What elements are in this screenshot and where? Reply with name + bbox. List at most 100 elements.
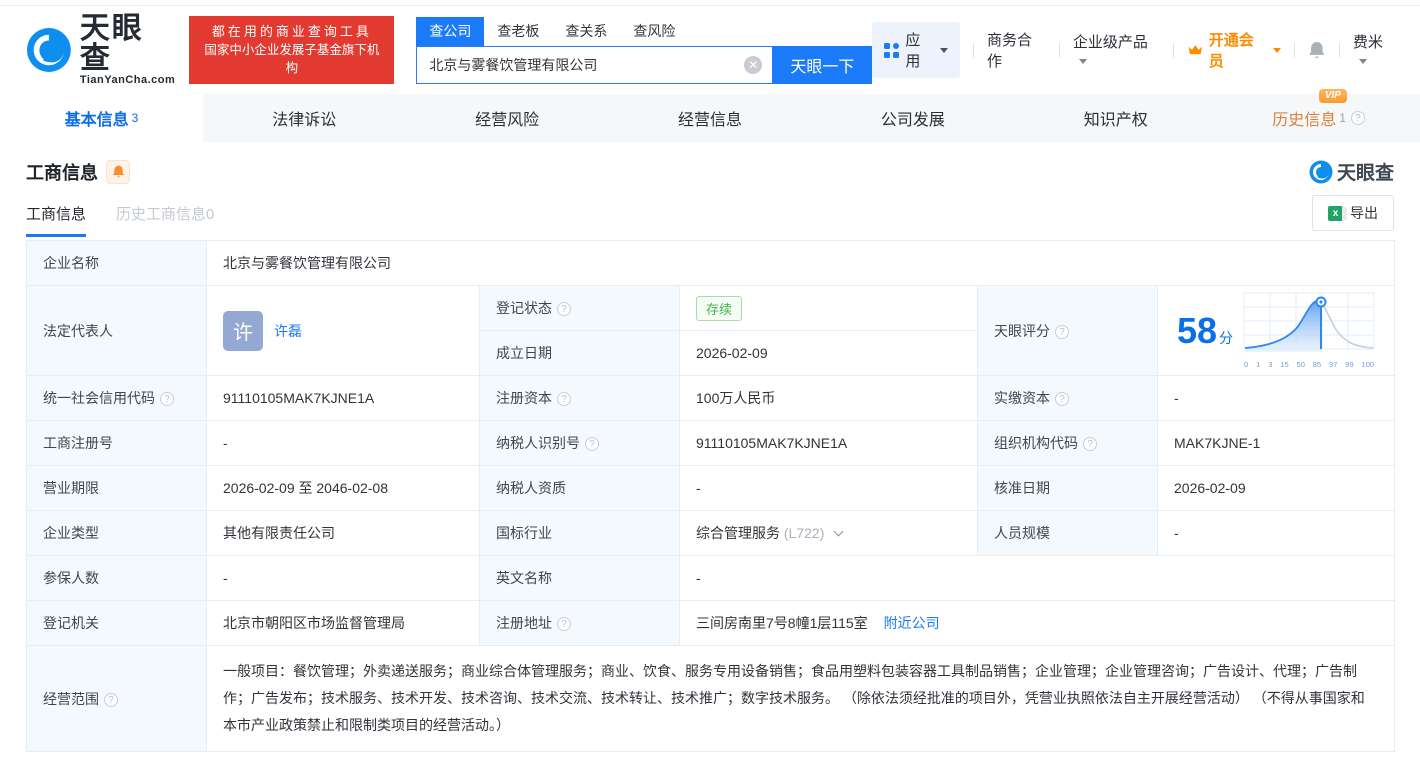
approval-date-label: 核准日期 [978, 466, 1158, 511]
apps-menu[interactable]: 应用 [872, 22, 960, 78]
table-row: 参保人数 - 英文名称 - [27, 556, 1395, 601]
slogan-line2: 国家中小企业发展子基金旗下机构 [199, 41, 384, 77]
search-tab-risk[interactable]: 查风险 [620, 17, 688, 46]
help-icon[interactable] [557, 302, 571, 316]
crown-icon [1187, 43, 1204, 57]
tab-company-development[interactable]: 公司发展 [811, 94, 1014, 142]
reg-number-value: - [207, 421, 480, 466]
table-row: 工商注册号 - 纳税人识别号 91110105MAK7KJNE1A 组织机构代码… [27, 421, 1395, 466]
tab-operation-risk[interactable]: 经营风险 [406, 94, 609, 142]
nav-user-account[interactable]: 费米 [1353, 31, 1396, 69]
english-name-value: - [680, 556, 1395, 601]
company-name-label: 企业名称 [27, 241, 207, 286]
reg-status-label: 登记状态 [496, 300, 552, 316]
legal-rep-avatar[interactable]: 许 [223, 311, 263, 351]
main-tab-bar: 基本信息3 法律诉讼 经营风险 经营信息 公司发展 知识产权 VIP 历史信息 … [0, 94, 1420, 142]
business-scope-label-cell: 经营范围 [27, 646, 207, 752]
tianyancha-logo[interactable]: 天眼查 TianYanCha.com [26, 14, 175, 86]
header-nav: 应用 商务合作 企业级产品 开通会员 费米 [872, 22, 1396, 78]
logo-text: 天眼查 [80, 14, 176, 74]
industry-value-cell: 综合管理服务 (L722) [680, 511, 978, 556]
nav-enterprise-products[interactable]: 企业级产品 [1073, 31, 1160, 69]
staff-size-label: 人员规模 [978, 511, 1158, 556]
tab-legal-litigation[interactable]: 法律诉讼 [203, 94, 406, 142]
help-icon[interactable] [104, 693, 118, 707]
legal-rep-name-link[interactable]: 许磊 [274, 321, 302, 341]
company-name-value: 北京与雾餐饮管理有限公司 [207, 241, 1395, 286]
nav-vip-membership[interactable]: 开通会员 [1187, 29, 1281, 71]
watermark-text: 天眼查 [1337, 158, 1394, 185]
watermark-logo: 天眼查 [1309, 158, 1394, 185]
score-axis-labels: 0131550859799100 [1243, 360, 1375, 369]
industry-value: 综合管理服务 [696, 525, 780, 541]
approval-date-value: 2026-02-09 [1158, 466, 1395, 511]
help-icon[interactable] [1055, 325, 1069, 339]
taxpayer-id-value: 91110105MAK7KJNE1A [680, 421, 978, 466]
help-icon[interactable] [557, 617, 571, 631]
industry-code: (L722) [784, 525, 824, 541]
chevron-down-icon [1079, 59, 1087, 64]
tab-intellectual-property[interactable]: 知识产权 [1014, 94, 1217, 142]
search-box: 查公司 查老板 查关系 查风险 ✕ 天眼一下 [416, 17, 872, 84]
monitor-bell-button[interactable] [106, 160, 130, 184]
search-input[interactable] [416, 46, 772, 84]
registry-value: 北京市朝阳区市场监督管理局 [207, 601, 480, 646]
staff-size-value: - [1158, 511, 1395, 556]
expand-chevron-icon[interactable] [834, 527, 844, 537]
org-code-label: 组织机构代码 [994, 435, 1078, 451]
search-tab-company[interactable]: 查公司 [416, 17, 484, 46]
help-icon[interactable] [160, 392, 174, 406]
taxpayer-quality-value: - [680, 466, 978, 511]
notification-bell-icon[interactable] [1308, 40, 1326, 60]
establish-date-label: 成立日期 [480, 331, 680, 376]
tab-basic-info[interactable]: 基本信息3 [0, 94, 203, 142]
nav-business-cooperation[interactable]: 商务合作 [987, 29, 1046, 71]
score-value: 58 [1177, 313, 1217, 349]
help-icon[interactable] [585, 437, 599, 451]
tab-count: 3 [132, 111, 139, 125]
nearby-companies-link[interactable]: 附近公司 [884, 615, 940, 631]
establish-date-value: 2026-02-09 [680, 331, 978, 376]
section-title: 工商信息 [26, 159, 98, 185]
export-label: 导出 [1350, 203, 1378, 223]
reg-capital-value: 100万人民币 [680, 376, 978, 421]
help-icon[interactable] [1055, 392, 1069, 406]
paid-capital-label-cell: 实缴资本 [978, 376, 1158, 421]
search-button[interactable]: 天眼一下 [772, 46, 872, 84]
taxpayer-quality-label: 纳税人资质 [480, 466, 680, 511]
tab-label: 经营信息 [678, 106, 742, 130]
subtab-business-info[interactable]: 工商信息 [26, 203, 86, 224]
vip-label: 开通会员 [1209, 29, 1268, 71]
clear-search-icon[interactable]: ✕ [744, 56, 762, 74]
tab-label: 知识产权 [1084, 106, 1148, 130]
tab-history-info[interactable]: VIP 历史信息 1 [1217, 94, 1420, 142]
tab-operation-info[interactable]: 经营信息 [609, 94, 812, 142]
apps-grid-icon [884, 43, 899, 58]
legal-rep-label: 法定代表人 [27, 286, 207, 376]
subtab-history-business-info[interactable]: 历史工商信息0 [116, 203, 214, 224]
watermark-logo-icon [1309, 160, 1333, 184]
apps-label: 应用 [905, 29, 934, 71]
search-tabs: 查公司 查老板 查关系 查风险 [416, 17, 872, 46]
paid-capital-label: 实缴资本 [994, 390, 1050, 406]
divider [1173, 43, 1174, 58]
address-label: 注册地址 [496, 615, 552, 631]
score-curve-chart: 0131550859799100 [1243, 292, 1375, 369]
legal-rep-cell: 许 许磊 [207, 286, 480, 376]
divider [1339, 43, 1340, 58]
help-icon[interactable] [1083, 437, 1097, 451]
company-type-label: 企业类型 [27, 511, 207, 556]
export-button[interactable]: 导出 [1312, 195, 1394, 231]
insured-count-value: - [207, 556, 480, 601]
uscc-label: 统一社会信用代码 [43, 390, 155, 406]
chevron-down-icon [1359, 59, 1367, 64]
table-row: 统一社会信用代码 91110105MAK7KJNE1A 注册资本 100万人民币… [27, 376, 1395, 421]
table-row: 企业类型 其他有限责任公司 国标行业 综合管理服务 (L722) 人员规模 - [27, 511, 1395, 556]
search-tab-boss[interactable]: 查老板 [484, 17, 552, 46]
slogan-line1: 都在用的商业查询工具 [199, 23, 384, 41]
business-scope-label: 经营范围 [43, 691, 99, 707]
help-icon[interactable] [557, 392, 571, 406]
help-icon[interactable] [1351, 111, 1365, 125]
search-tab-relation[interactable]: 查关系 [552, 17, 620, 46]
excel-icon [1328, 206, 1343, 221]
